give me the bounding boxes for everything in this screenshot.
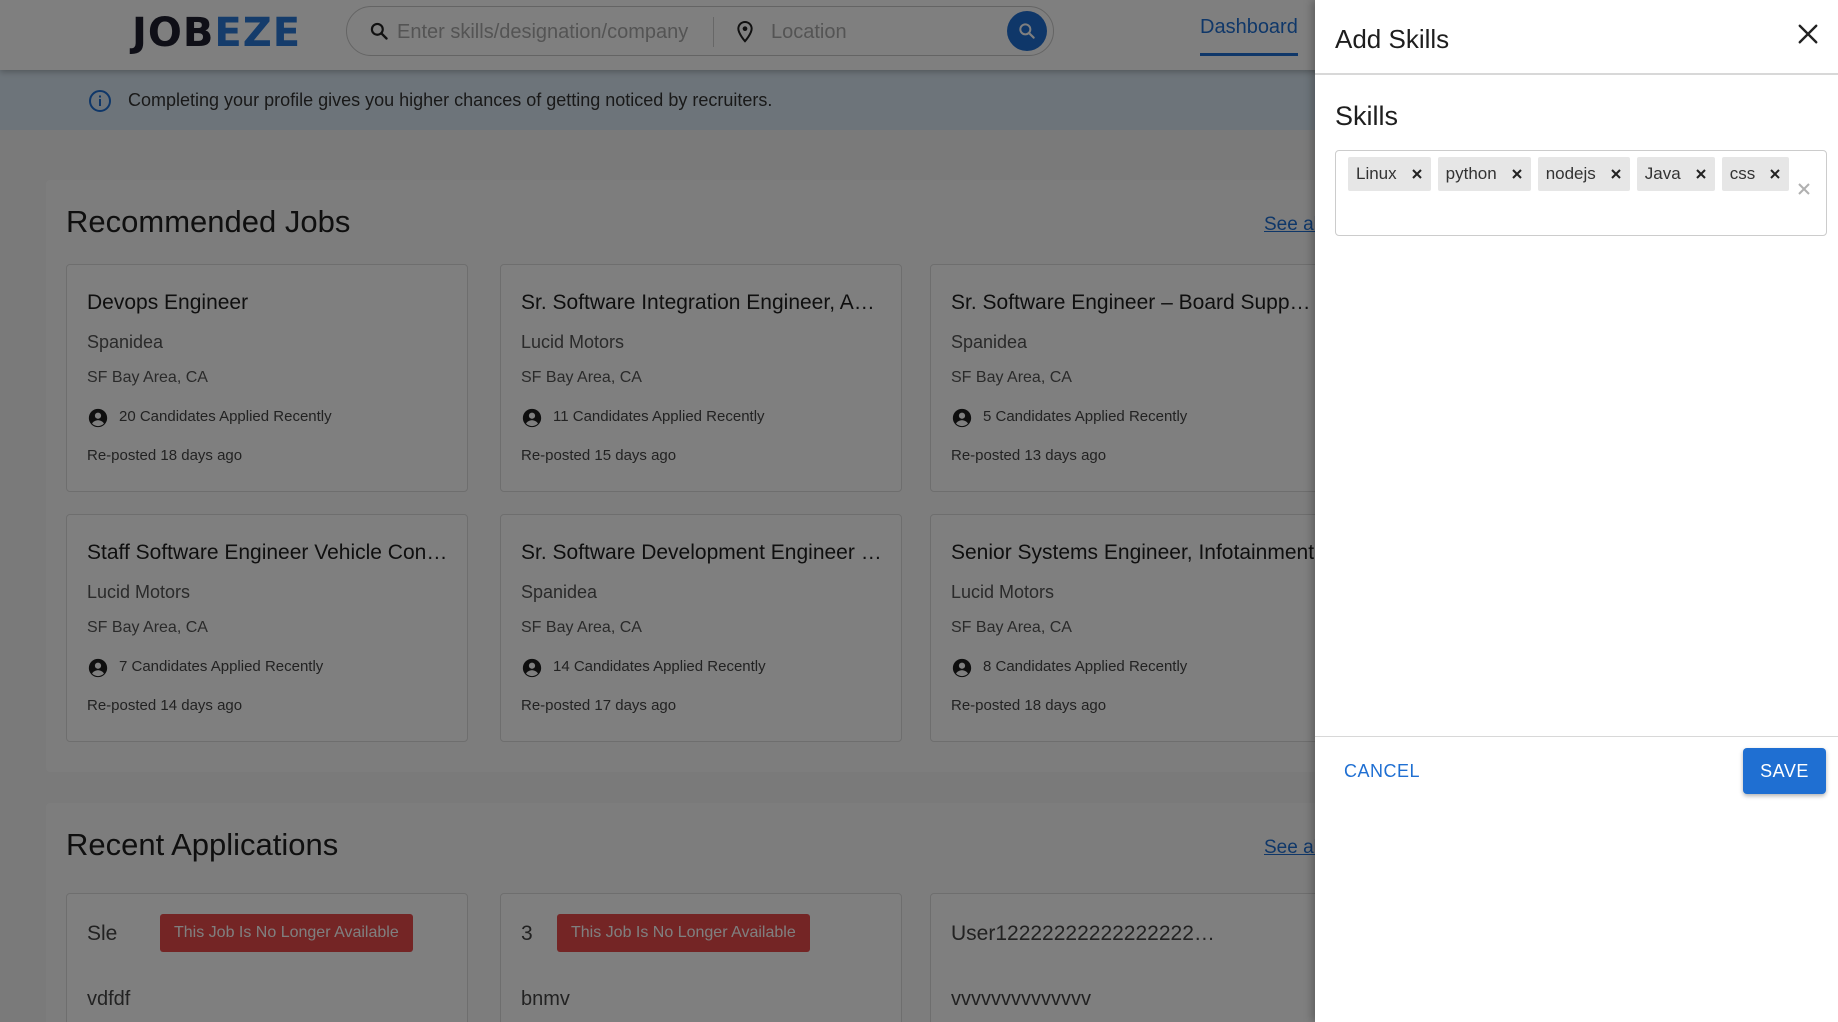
- drawer-header: Add Skills: [1315, 0, 1838, 75]
- remove-skill-icon[interactable]: [1608, 166, 1624, 182]
- remove-skill-icon[interactable]: [1509, 166, 1525, 182]
- drawer-title: Add Skills: [1335, 24, 1450, 54]
- skill-chip-label: nodejs: [1545, 164, 1596, 183]
- skill-chip-list: Linux python nodejs Java css: [1348, 157, 1790, 191]
- skill-chip-java: Java: [1636, 157, 1715, 191]
- cancel-button[interactable]: CANCEL: [1344, 761, 1420, 782]
- save-button[interactable]: SAVE: [1743, 748, 1826, 794]
- skills-label: Skills: [1335, 101, 1399, 131]
- skill-chip-linux: Linux: [1348, 157, 1431, 191]
- skill-chip-label: Java: [1644, 164, 1681, 183]
- clear-all-skills-icon[interactable]: [1796, 181, 1812, 197]
- skill-chip-python: python: [1437, 157, 1531, 191]
- close-icon: [1798, 24, 1818, 44]
- skill-chip-css: css: [1721, 157, 1790, 191]
- remove-skill-icon[interactable]: [1767, 166, 1783, 182]
- add-skills-drawer: Add Skills Skills Linux python nodejs Ja…: [1315, 0, 1838, 1022]
- skill-chip-label: Linux: [1356, 164, 1397, 183]
- remove-skill-icon[interactable]: [1693, 166, 1709, 182]
- skill-chip-label: css: [1729, 164, 1756, 183]
- close-drawer-button[interactable]: [1790, 16, 1826, 52]
- skill-chip-nodejs: nodejs: [1537, 157, 1630, 191]
- skills-multiselect-input[interactable]: Linux python nodejs Java css: [1335, 150, 1827, 236]
- skill-chip-label: python: [1445, 164, 1497, 183]
- drawer-footer-divider: [1315, 736, 1838, 737]
- remove-skill-icon[interactable]: [1409, 166, 1425, 182]
